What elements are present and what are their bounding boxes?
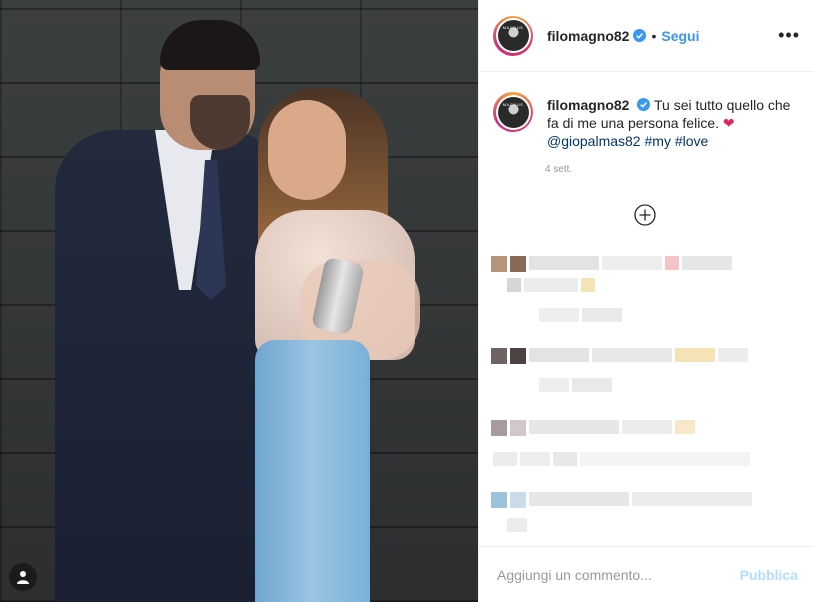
user-tags-button[interactable] — [9, 563, 37, 591]
obscured-comment-row — [507, 518, 530, 532]
post-side-panel: MAGNUS filomagno82 • Segui ••• MAGNUS fi… — [478, 0, 814, 602]
obscured-block — [602, 256, 662, 270]
obscured-comment-row — [491, 420, 698, 436]
obscured-block — [572, 378, 612, 392]
obscured-block — [665, 256, 679, 270]
obscured-block — [507, 518, 527, 532]
hashtag-love[interactable]: #love — [675, 133, 708, 149]
obscured-block — [510, 348, 526, 364]
obscured-comment-row — [539, 378, 615, 392]
caption-timestamp: 4 sett. — [545, 164, 573, 175]
hashtag-my[interactable]: #my — [645, 133, 671, 149]
obscured-block — [529, 348, 589, 362]
publish-button[interactable]: Pubblica — [740, 567, 798, 583]
verified-badge-icon — [637, 98, 651, 111]
obscured-block — [682, 256, 732, 270]
obscured-block — [529, 256, 599, 270]
obscured-comment-row — [493, 452, 753, 466]
header-username[interactable]: filomagno82 — [547, 28, 629, 44]
obscured-block — [622, 420, 672, 434]
obscured-comment-row — [491, 256, 735, 272]
obscured-block — [493, 452, 517, 466]
comment-input[interactable] — [495, 565, 740, 584]
photo-woman-pants — [255, 340, 370, 602]
obscured-block — [491, 256, 507, 272]
obscured-block — [582, 308, 622, 322]
obscured-block — [491, 348, 507, 364]
caption-username[interactable]: filomagno82 — [547, 97, 629, 113]
obscured-block — [539, 378, 569, 392]
caption-avatar[interactable]: MAGNUS — [493, 92, 533, 132]
obscured-block — [580, 452, 750, 466]
avatar-text: MAGNUS — [502, 25, 524, 30]
post-header: MAGNUS filomagno82 • Segui ••• — [479, 0, 814, 72]
photo-man-hair — [160, 20, 260, 70]
heart-emoji: ❤ — [722, 115, 735, 131]
obscured-block — [520, 452, 550, 466]
obscured-block — [581, 278, 595, 292]
obscured-block — [675, 348, 715, 362]
header-avatar[interactable]: MAGNUS — [493, 15, 533, 56]
comment-bar: Pubblica — [479, 546, 814, 602]
verified-badge-icon — [633, 29, 647, 42]
obscured-block — [491, 492, 507, 508]
avatar-text: MAGNUS — [502, 101, 524, 107]
obscured-comment-row — [491, 492, 755, 508]
obscured-block — [510, 420, 526, 436]
obscured-block — [632, 492, 752, 506]
obscured-comment-row — [539, 308, 625, 322]
caption-block: MAGNUS filomagno82 Tu sei tutto quello c… — [479, 72, 814, 150]
post-photo[interactable] — [0, 0, 478, 602]
mention-link[interactable]: @giopalmas82 — [547, 133, 641, 149]
obscured-block — [510, 256, 526, 272]
obscured-block — [718, 348, 748, 362]
separator-dot: • — [651, 27, 657, 44]
obscured-block — [529, 420, 619, 434]
obscured-block — [510, 492, 526, 508]
obscured-block — [675, 420, 695, 434]
obscured-block — [553, 452, 577, 466]
obscured-comment-row — [507, 278, 598, 292]
obscured-comment-row — [491, 348, 751, 364]
follow-button[interactable]: Segui — [661, 28, 699, 44]
user-tags-icon — [17, 571, 29, 584]
obscured-block — [592, 348, 672, 362]
more-options-icon[interactable]: ••• — [778, 25, 800, 46]
obscured-block — [491, 420, 507, 436]
caption-text: filomagno82 Tu sei tutto quello che fa d… — [547, 86, 795, 150]
obscured-block — [524, 278, 578, 292]
obscured-block — [529, 492, 629, 506]
obscured-block — [507, 278, 521, 292]
photo-woman-face — [268, 100, 346, 200]
load-more-comments-icon[interactable] — [634, 204, 656, 226]
obscured-block — [539, 308, 579, 322]
